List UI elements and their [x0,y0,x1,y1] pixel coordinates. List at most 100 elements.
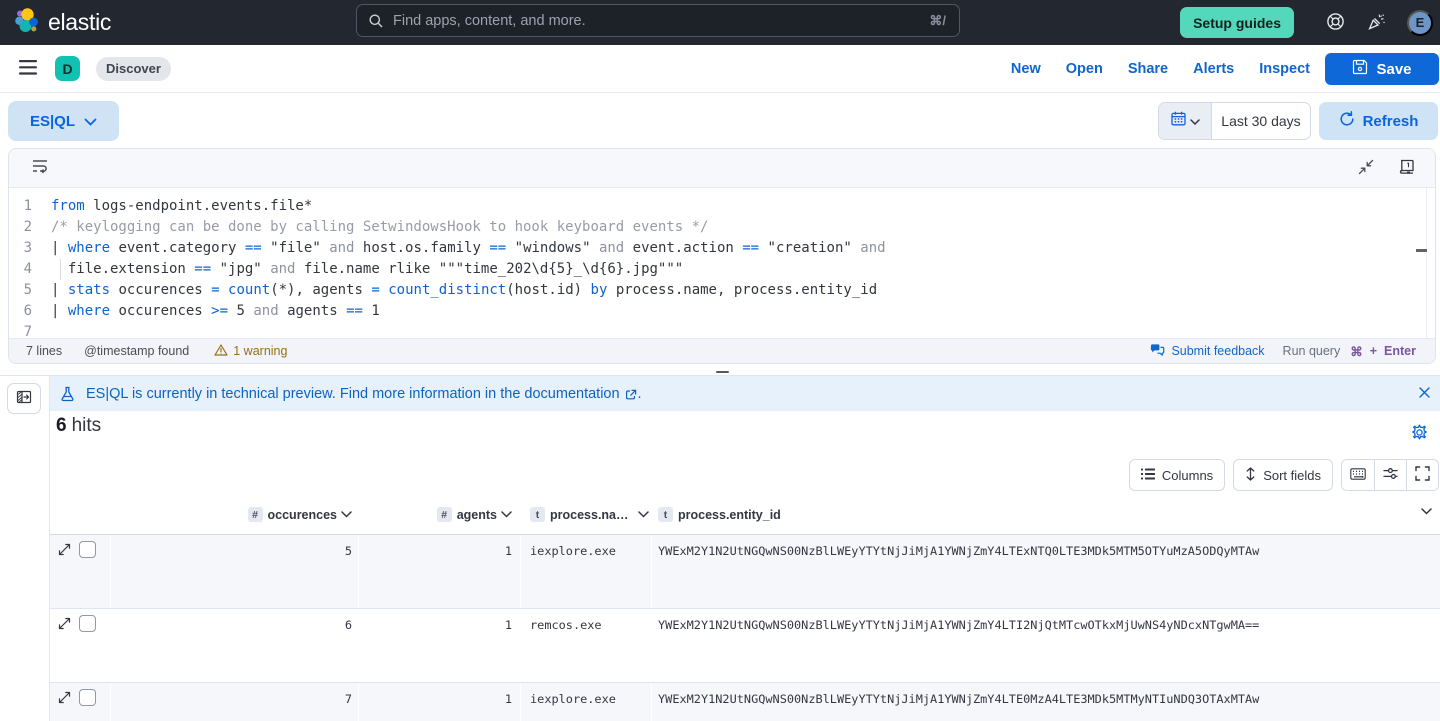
column-label: process.name [550,508,634,522]
column-actions-icon[interactable] [638,511,649,518]
app-initial-badge: D [55,56,80,81]
column-header-agents[interactable]: #agents [358,494,520,535]
sort-fields-button[interactable]: Sort fields [1233,459,1333,491]
submit-feedback-link[interactable]: Submit feedback [1150,343,1264,359]
code-line: /* keylogging can be done by calling Set… [51,217,886,238]
word-wrap-button[interactable] [32,159,48,177]
code-lines: from logs-endpoint.events.file*/* keylog… [51,196,886,338]
column-header-occurences[interactable]: #occurences [110,494,358,535]
timestamp-found: @timestamp found [84,344,189,358]
time-range-value[interactable]: Last 30 days [1212,103,1310,139]
expand-sidebar-icon [16,389,32,408]
code-token-op: == [489,240,506,256]
refresh-label: Refresh [1363,113,1419,130]
run-query-shortcut: ⌘ + Enter [1350,344,1416,359]
columns-button[interactable]: Columns [1129,459,1225,491]
sliders-icon [1383,467,1398,483]
expand-row-button[interactable] [55,616,73,634]
minimize-editor-button[interactable] [1358,159,1374,178]
column-separator [651,609,652,682]
column-header-process.entity_id[interactable]: t process.entity_id [651,494,1440,535]
display-settings-button[interactable] [1374,460,1406,490]
cell-occurences: 7 [110,683,358,721]
menu-toggle-button[interactable] [19,60,37,78]
code-token-op: == [346,303,363,319]
row-controls [50,535,110,608]
code-token-num: 5 [236,303,244,319]
user-avatar[interactable]: E [1407,10,1433,36]
documentation-button[interactable] [1399,159,1415,178]
top-navigation: elastic Find apps, content, and more. ⌘/… [0,0,1440,45]
news-feed-button[interactable] [1367,14,1385,32]
sort-fields-label: Sort fields [1263,468,1321,483]
code-token-str: "windows" [515,240,591,256]
date-picker-calendar-button[interactable] [1159,103,1212,139]
code-token-kw: from [51,198,85,214]
columns-list-icon [1141,468,1155,483]
hits-count: 6 [56,415,67,436]
line-number: 7 [9,322,32,338]
top-link-new[interactable]: New [1011,61,1041,77]
select-row-checkbox[interactable] [79,689,96,706]
keyboard-shortcuts-button[interactable] [1342,460,1374,490]
column-separator [358,535,359,608]
setup-guides-button[interactable]: Setup guides [1180,7,1294,38]
feedback-icon [1150,343,1165,359]
cell-process_entity_id: YWExM2Y1N2UtNGQwNS00NzBlLWEyYTYtNjJiMjA1… [651,609,1440,682]
cell-agents: 1 [358,683,520,721]
close-callout-button[interactable] [1418,386,1431,402]
column-label: process.entity_id [678,508,781,522]
search-shortcut-hint: ⌘/ [929,13,946,29]
help-icon [1326,12,1345,34]
top-link-alerts[interactable]: Alerts [1193,61,1234,77]
column-actions-icon[interactable] [1421,508,1432,515]
code-token-kw: by [591,282,608,298]
top-link-open[interactable]: Open [1066,61,1103,77]
help-menu-button[interactable] [1326,14,1344,32]
save-button[interactable]: Save [1325,53,1439,85]
esql-label: ES|QL [30,113,75,130]
appbar-actions: New Open Share Alerts Inspect Save [1011,45,1440,93]
expand-row-button[interactable] [55,542,73,560]
external-link-icon [625,389,637,401]
code-token-pl: (*), agents [270,282,371,298]
close-icon [1418,386,1431,402]
select-row-checkbox[interactable] [79,615,96,632]
global-search-input[interactable]: Find apps, content, and more. ⌘/ [356,4,960,37]
callout-message[interactable]: ES|QL is currently in technical preview.… [86,386,620,402]
display-options-button[interactable] [1411,424,1428,444]
field-type-badge: t [658,507,673,522]
editor-footer: 7 lines @timestamp found 1 warning [9,338,1435,363]
refresh-icon [1339,111,1355,131]
breadcrumb-discover[interactable]: Discover [96,57,171,81]
fullscreen-button[interactable] [1406,460,1438,490]
table-row: 51iexplore.exeYWExM2Y1N2UtNGQwNS00NzBlLW… [50,535,1440,609]
field-type-badge: t [530,507,545,522]
brand-text: elastic [48,9,111,36]
refresh-button[interactable]: Refresh [1319,102,1438,140]
show-sidebar-button[interactable] [7,383,41,414]
query-bar: ES|QL Last 30 days [0,93,1440,148]
top-link-inspect[interactable]: Inspect [1259,61,1310,77]
sort-icon [1245,467,1256,484]
grid-rows: 51iexplore.exeYWExM2Y1N2UtNGQwNS00NzBlLW… [50,535,1440,721]
cursor-position-marker [1416,249,1427,252]
code-token-pl: | [51,303,68,319]
code-token-kw: stats [68,282,110,298]
elastic-brand[interactable]: elastic [14,7,111,39]
code-token-cmt: /* keylogging can be done by calling Set… [51,219,708,235]
top-link-share[interactable]: Share [1128,61,1168,77]
column-separator [520,609,521,682]
expand-row-button[interactable] [55,690,73,708]
column-header-process.name[interactable]: t process.name [520,494,651,535]
code-token-pl [759,240,767,256]
column-label: occurences [268,508,337,522]
select-row-checkbox[interactable] [79,541,96,558]
code-editor-area[interactable]: 1234567 from logs-endpoint.events.file*/… [9,188,1435,338]
column-separator [520,535,521,608]
language-switcher-button[interactable]: ES|QL [8,101,119,141]
column-actions-icon[interactable] [341,511,352,518]
column-actions-icon[interactable] [501,511,512,518]
date-picker[interactable]: Last 30 days [1158,102,1311,140]
warnings-badge[interactable]: 1 warning [214,344,287,359]
